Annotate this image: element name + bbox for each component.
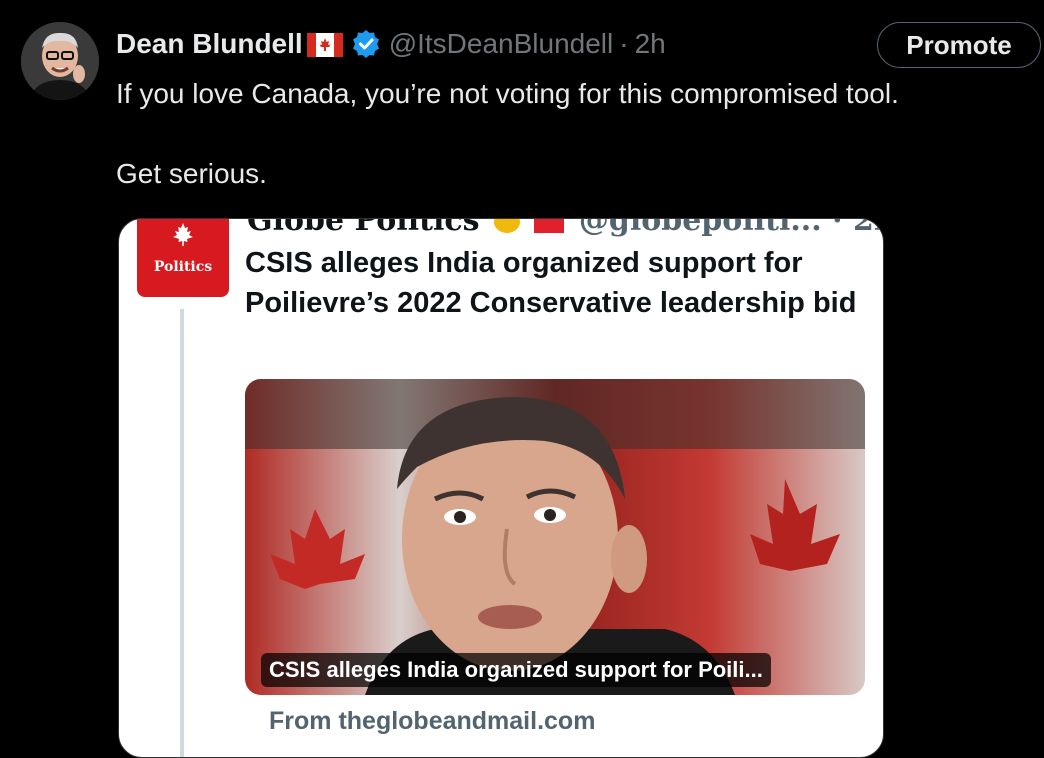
author-name[interactable]: Dean Blundell — [116, 28, 303, 60]
canada-flag-icon — [534, 219, 565, 233]
canada-flag-icon — [306, 32, 343, 57]
quoted-headline[interactable]: CSIS alleges India organized support for… — [245, 243, 865, 323]
separator-dot: · — [619, 28, 629, 59]
article-photo — [245, 379, 865, 695]
quoted-header-partial: Globe Politics @globepoliti... · 2h — [247, 218, 883, 238]
avatar[interactable] — [21, 22, 99, 100]
quoted-post-card[interactable]: Globe Politics @globepoliti... · 2h Poli… — [118, 218, 884, 758]
thread-line — [180, 309, 184, 757]
tweet-header: Dean Blundell @ItsDeanBlundell · 2h — [116, 24, 666, 64]
article-image[interactable]: CSIS alleges India organized support for… — [245, 379, 865, 695]
link-source[interactable]: From theglobeandmail.com — [269, 707, 595, 736]
politics-badge: Politics — [137, 219, 229, 297]
author-handle[interactable]: @ItsDeanBlundell — [389, 28, 614, 60]
tweet-text-line-1: If you love Canada, you’re not voting fo… — [116, 78, 899, 109]
quoted-time: · 2h — [832, 218, 883, 238]
promote-button[interactable]: Promote — [877, 22, 1041, 68]
quoted-source-name: Globe Politics — [247, 218, 480, 238]
tweet-text-line-2: Get serious. — [116, 158, 267, 189]
badge-label: Politics — [153, 259, 213, 275]
tweet-time[interactable]: 2h — [635, 28, 666, 60]
maple-leaf-icon — [173, 223, 193, 246]
gold-badge-icon — [493, 219, 520, 233]
quoted-handle: @globepoliti... — [578, 218, 822, 238]
avatar-image — [21, 22, 99, 100]
image-caption: CSIS alleges India organized support for… — [261, 653, 771, 687]
verified-badge-icon — [351, 29, 381, 59]
